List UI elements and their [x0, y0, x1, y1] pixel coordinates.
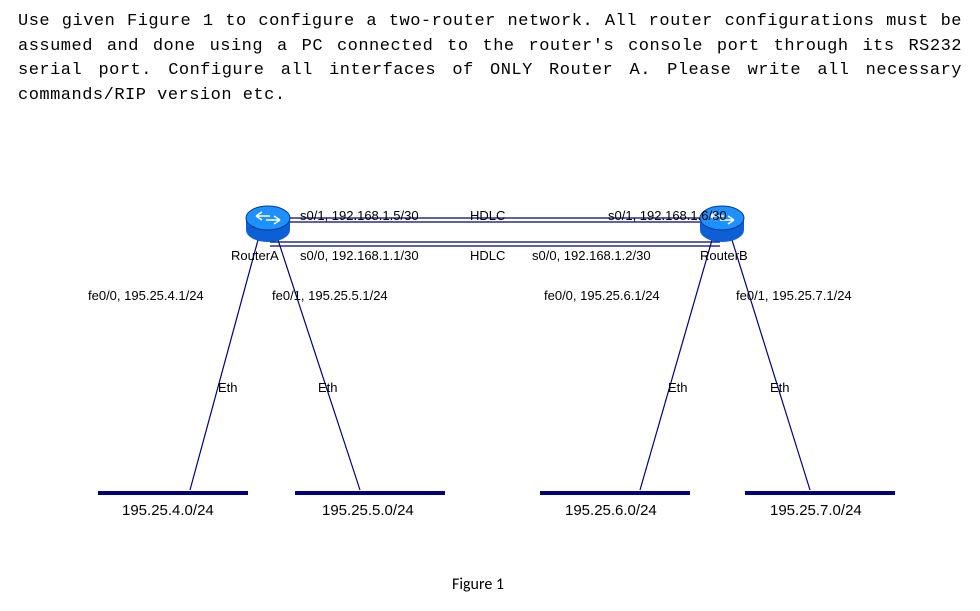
eth-label-1: Eth — [218, 380, 238, 395]
net2-label: 195.25.5.0/24 — [322, 502, 414, 519]
ra-s00-label: s0/0, 192.168.1.1/30 — [300, 248, 419, 263]
net1-label: 195.25.4.0/24 — [122, 502, 214, 519]
rb-s00-label: s0/0, 192.168.1.2/30 — [532, 248, 651, 263]
router-b-label: RouterB — [700, 248, 748, 263]
ra-s01-label: s0/1, 192.168.1.5/30 — [300, 208, 419, 223]
router-a-label: RouterA — [231, 248, 279, 263]
hdlc-top-label: HDLC — [470, 208, 505, 223]
eth-label-4: Eth — [770, 380, 790, 395]
eth-label-3: Eth — [668, 380, 688, 395]
net3-label: 195.25.6.0/24 — [565, 502, 657, 519]
rb-fe00-label: fe0/0, 195.25.6.1/24 — [544, 288, 660, 303]
hdlc-bottom-label: HDLC — [470, 248, 505, 263]
ra-fe01-label: fe0/1, 195.25.5.1/24 — [272, 288, 388, 303]
rb-fe01-label: fe0/1, 195.25.7.1/24 — [736, 288, 852, 303]
eth-label-2: Eth — [318, 380, 338, 395]
network-diagram: RouterA RouterB s0/1, 192.168.1.5/30 s0/… — [0, 0, 980, 611]
ra-fe00-label: fe0/0, 195.25.4.1/24 — [88, 288, 204, 303]
figure-caption: Figure 1 — [452, 575, 504, 594]
router-a-icon — [246, 206, 290, 242]
rb-s01-label: s0/1, 192.168.1.6/30 — [608, 208, 727, 223]
net4-label: 195.25.7.0/24 — [770, 502, 862, 519]
